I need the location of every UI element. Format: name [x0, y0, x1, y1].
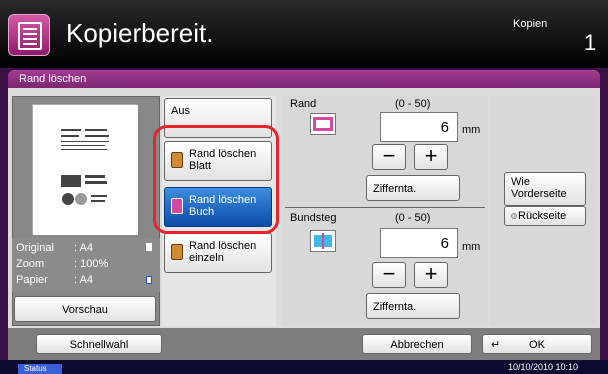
function-title: Rand löschen	[8, 70, 600, 88]
same-as-front-button[interactable]: Wie Vorderseite	[504, 172, 586, 206]
enter-icon: ↵	[491, 339, 501, 351]
gutter-minus-button[interactable]: −	[372, 262, 406, 288]
gutter-keypad-button[interactable]: Ziffernta.	[366, 293, 460, 319]
preview-page-thumbnail	[33, 105, 138, 235]
original-label: Original	[16, 242, 54, 254]
back-page-label: Rückseite	[518, 210, 567, 222]
mode-label: Kopien	[513, 18, 548, 30]
single-erase-icon	[171, 244, 183, 260]
paper-page-icon	[146, 276, 152, 284]
gutter-plus-button[interactable]: +	[414, 262, 448, 288]
gutter-value-field[interactable]: 6	[380, 228, 458, 258]
border-plus-button[interactable]: +	[414, 144, 448, 170]
zoom-label: Zoom	[16, 258, 45, 270]
erase-single-button[interactable]: Rand löschen einzeln	[164, 233, 272, 273]
cancel-button[interactable]: Abbrechen	[362, 334, 472, 354]
border-label: Rand	[290, 98, 317, 110]
status-datetime: 10/10/2010 10:10	[508, 362, 579, 372]
gutter-unit: mm	[462, 241, 481, 253]
quick-setup-button[interactable]: Schnellwahl	[36, 334, 162, 354]
erase-single-label: Rand löschen einzeln	[189, 240, 257, 264]
highlight-outline	[153, 125, 279, 234]
border-value-field[interactable]: 6	[380, 112, 458, 142]
status-title: Kopierbereit.	[66, 18, 214, 48]
radio-dot-icon	[511, 213, 517, 219]
preview-button[interactable]: Vorschau	[14, 296, 156, 322]
gutter-range: (0 - 50)	[395, 212, 431, 224]
copy-document-icon	[8, 14, 50, 56]
border-erase-icon	[310, 113, 336, 135]
preview-page	[32, 104, 138, 235]
zoom-value: : 100%	[74, 258, 109, 270]
border-minus-button[interactable]: −	[372, 144, 406, 170]
back-page-button[interactable]: Rückseite	[504, 206, 586, 226]
section-divider	[285, 207, 485, 208]
border-unit: mm	[462, 124, 481, 136]
gutter-erase-icon	[310, 230, 336, 252]
original-value: : A4	[74, 242, 93, 254]
border-keypad-button[interactable]: Ziffernta.	[366, 175, 460, 201]
original-page-icon	[146, 243, 152, 251]
status-tab[interactable]: Status	[18, 364, 62, 374]
ok-label: OK	[529, 339, 545, 351]
gutter-label: Bundsteg	[290, 212, 337, 224]
screen-number: 1	[584, 30, 597, 55]
preview-info: Original : A4 Zoom : 100% Papier : A4	[12, 238, 160, 292]
paper-value: : A4	[74, 274, 93, 286]
border-range: (0 - 50)	[395, 98, 431, 110]
ok-button[interactable]: ↵ OK	[482, 334, 592, 354]
paper-label: Papier	[16, 274, 48, 286]
